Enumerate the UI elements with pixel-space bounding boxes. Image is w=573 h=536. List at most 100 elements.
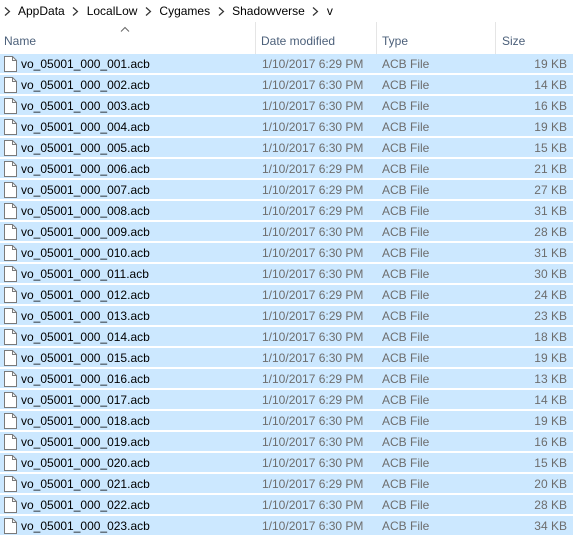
file-type: ACB File (382, 246, 430, 260)
file-row[interactable]: vo_05001_000_016.acb 1/10/2017 6:29 PM ACB… (0, 369, 573, 389)
file-type: ACB File (382, 204, 430, 218)
file-row[interactable]: vo_05001_000_006.acb 1/10/2017 6:29 PM ACB… (0, 159, 573, 179)
file-name[interactable]: vo_05001_000_001.acb (21, 54, 150, 74)
file-icon (4, 98, 17, 114)
breadcrumb-item-locallow[interactable]: LocalLow (83, 0, 142, 22)
file-name[interactable]: vo_05001_000_018.acb (21, 411, 150, 431)
file-name[interactable]: vo_05001_000_023.acb (21, 516, 150, 536)
sort-ascending-icon (120, 26, 130, 32)
file-row[interactable]: vo_05001_000_018.acb 1/10/2017 6:30 PM ACB… (0, 411, 573, 431)
file-type: ACB File (382, 183, 430, 197)
column-header-type-label: Type (382, 34, 409, 48)
file-date-modified: 1/10/2017 6:30 PM (262, 225, 364, 239)
column-header-size[interactable]: Size (497, 22, 573, 54)
column-header-name[interactable]: Name (0, 22, 256, 54)
chevron-right-icon[interactable] (0, 0, 14, 22)
column-header-size-label: Size (502, 34, 526, 48)
file-name[interactable]: vo_05001_000_007.acb (21, 180, 150, 200)
file-type: ACB File (382, 519, 430, 533)
file-name[interactable]: vo_05001_000_012.acb (21, 285, 150, 305)
file-row[interactable]: vo_05001_000_009.acb 1/10/2017 6:30 PM ACB… (0, 222, 573, 242)
file-icon (4, 77, 17, 93)
file-row[interactable]: vo_05001_000_002.acb 1/10/2017 6:30 PM ACB… (0, 75, 573, 95)
file-name[interactable]: vo_05001_000_013.acb (21, 306, 150, 326)
file-size: 14 KB (534, 393, 567, 407)
file-name[interactable]: vo_05001_000_016.acb (21, 369, 150, 389)
file-type: ACB File (382, 162, 430, 176)
file-row[interactable]: vo_05001_000_014.acb 1/10/2017 6:30 PM ACB… (0, 327, 573, 347)
chevron-right-icon[interactable] (214, 0, 228, 22)
breadcrumb-item-cygames[interactable]: Cygames (155, 0, 214, 22)
file-name[interactable]: vo_05001_000_020.acb (21, 453, 150, 473)
file-name[interactable]: vo_05001_000_015.acb (21, 348, 150, 368)
file-row[interactable]: vo_05001_000_015.acb 1/10/2017 6:30 PM ACB… (0, 348, 573, 368)
file-row[interactable]: vo_05001_000_011.acb 1/10/2017 6:30 PM ACB… (0, 264, 573, 284)
file-date-modified: 1/10/2017 6:30 PM (262, 267, 364, 281)
chevron-right-icon[interactable] (141, 0, 155, 22)
file-row[interactable]: vo_05001_000_021.acb 1/10/2017 6:29 PM ACB… (0, 474, 573, 494)
breadcrumb-item-v[interactable]: v (323, 0, 337, 22)
file-name[interactable]: vo_05001_000_010.acb (21, 243, 150, 263)
file-row[interactable]: vo_05001_000_013.acb 1/10/2017 6:29 PM ACB… (0, 306, 573, 326)
file-icon (4, 350, 17, 366)
file-row[interactable]: vo_05001_000_004.acb 1/10/2017 6:30 PM ACB… (0, 117, 573, 137)
file-name[interactable]: vo_05001_000_003.acb (21, 96, 150, 116)
file-name[interactable]: vo_05001_000_022.acb (21, 495, 150, 515)
file-row[interactable]: vo_05001_000_022.acb 1/10/2017 6:30 PM ACB… (0, 495, 573, 515)
file-row[interactable]: vo_05001_000_017.acb 1/10/2017 6:29 PM ACB… (0, 390, 573, 410)
file-icon (4, 497, 17, 513)
file-name[interactable]: vo_05001_000_011.acb (21, 264, 149, 284)
file-row[interactable]: vo_05001_000_007.acb 1/10/2017 6:29 PM ACB… (0, 180, 573, 200)
file-icon (4, 392, 17, 408)
file-name[interactable]: vo_05001_000_002.acb (21, 75, 150, 95)
file-name[interactable]: vo_05001_000_008.acb (21, 201, 150, 221)
file-date-modified: 1/10/2017 6:30 PM (262, 456, 364, 470)
file-type: ACB File (382, 351, 430, 365)
file-row[interactable]: vo_05001_000_005.acb 1/10/2017 6:30 PM ACB… (0, 138, 573, 158)
file-size: 31 KB (534, 204, 567, 218)
chevron-right-icon[interactable] (69, 0, 83, 22)
file-type: ACB File (382, 120, 430, 134)
file-name[interactable]: vo_05001_000_017.acb (21, 390, 150, 410)
file-icon (4, 434, 17, 450)
file-icon (4, 476, 17, 492)
file-row[interactable]: vo_05001_000_010.acb 1/10/2017 6:30 PM ACB… (0, 243, 573, 263)
file-name[interactable]: vo_05001_000_006.acb (21, 159, 150, 179)
file-icon (4, 161, 17, 177)
file-date-modified: 1/10/2017 6:30 PM (262, 498, 364, 512)
file-row[interactable]: vo_05001_000_019.acb 1/10/2017 6:30 PM ACB… (0, 432, 573, 452)
file-size: 18 KB (534, 330, 567, 344)
file-name[interactable]: vo_05001_000_009.acb (21, 222, 150, 242)
file-size: 23 KB (534, 309, 567, 323)
file-type: ACB File (382, 309, 430, 323)
breadcrumb-item-shadowverse[interactable]: Shadowverse (228, 0, 309, 22)
file-row[interactable]: vo_05001_000_023.acb 1/10/2017 6:30 PM ACB… (0, 516, 573, 536)
file-date-modified: 1/10/2017 6:30 PM (262, 141, 364, 155)
file-date-modified: 1/10/2017 6:30 PM (262, 120, 364, 134)
file-row[interactable]: vo_05001_000_008.acb 1/10/2017 6:29 PM ACB… (0, 201, 573, 221)
file-date-modified: 1/10/2017 6:29 PM (262, 288, 364, 302)
file-size: 14 KB (534, 78, 567, 92)
file-row[interactable]: vo_05001_000_020.acb 1/10/2017 6:30 PM ACB… (0, 453, 573, 473)
file-row[interactable]: vo_05001_000_003.acb 1/10/2017 6:30 PM ACB… (0, 96, 573, 116)
file-name[interactable]: vo_05001_000_005.acb (21, 138, 150, 158)
file-date-modified: 1/10/2017 6:30 PM (262, 414, 364, 428)
file-type: ACB File (382, 267, 430, 281)
file-date-modified: 1/10/2017 6:30 PM (262, 99, 364, 113)
file-name[interactable]: vo_05001_000_021.acb (21, 474, 150, 494)
file-name[interactable]: vo_05001_000_019.acb (21, 432, 150, 452)
file-row[interactable]: vo_05001_000_012.acb 1/10/2017 6:29 PM ACB… (0, 285, 573, 305)
chevron-right-icon[interactable] (309, 0, 323, 22)
file-size: 16 KB (534, 435, 567, 449)
file-row[interactable]: vo_05001_000_001.acb 1/10/2017 6:29 PM ACB… (0, 54, 573, 74)
column-header-date[interactable]: Date modified (257, 22, 377, 54)
file-size: 15 KB (534, 456, 567, 470)
file-size: 28 KB (534, 225, 567, 239)
file-type: ACB File (382, 477, 430, 491)
file-name[interactable]: vo_05001_000_014.acb (21, 327, 150, 347)
breadcrumb-item-appdata[interactable]: AppData (14, 0, 69, 22)
column-header-type[interactable]: Type (378, 22, 496, 54)
column-header-name-label: Name (4, 34, 37, 48)
file-size: 21 KB (534, 162, 567, 176)
file-name[interactable]: vo_05001_000_004.acb (21, 117, 150, 137)
